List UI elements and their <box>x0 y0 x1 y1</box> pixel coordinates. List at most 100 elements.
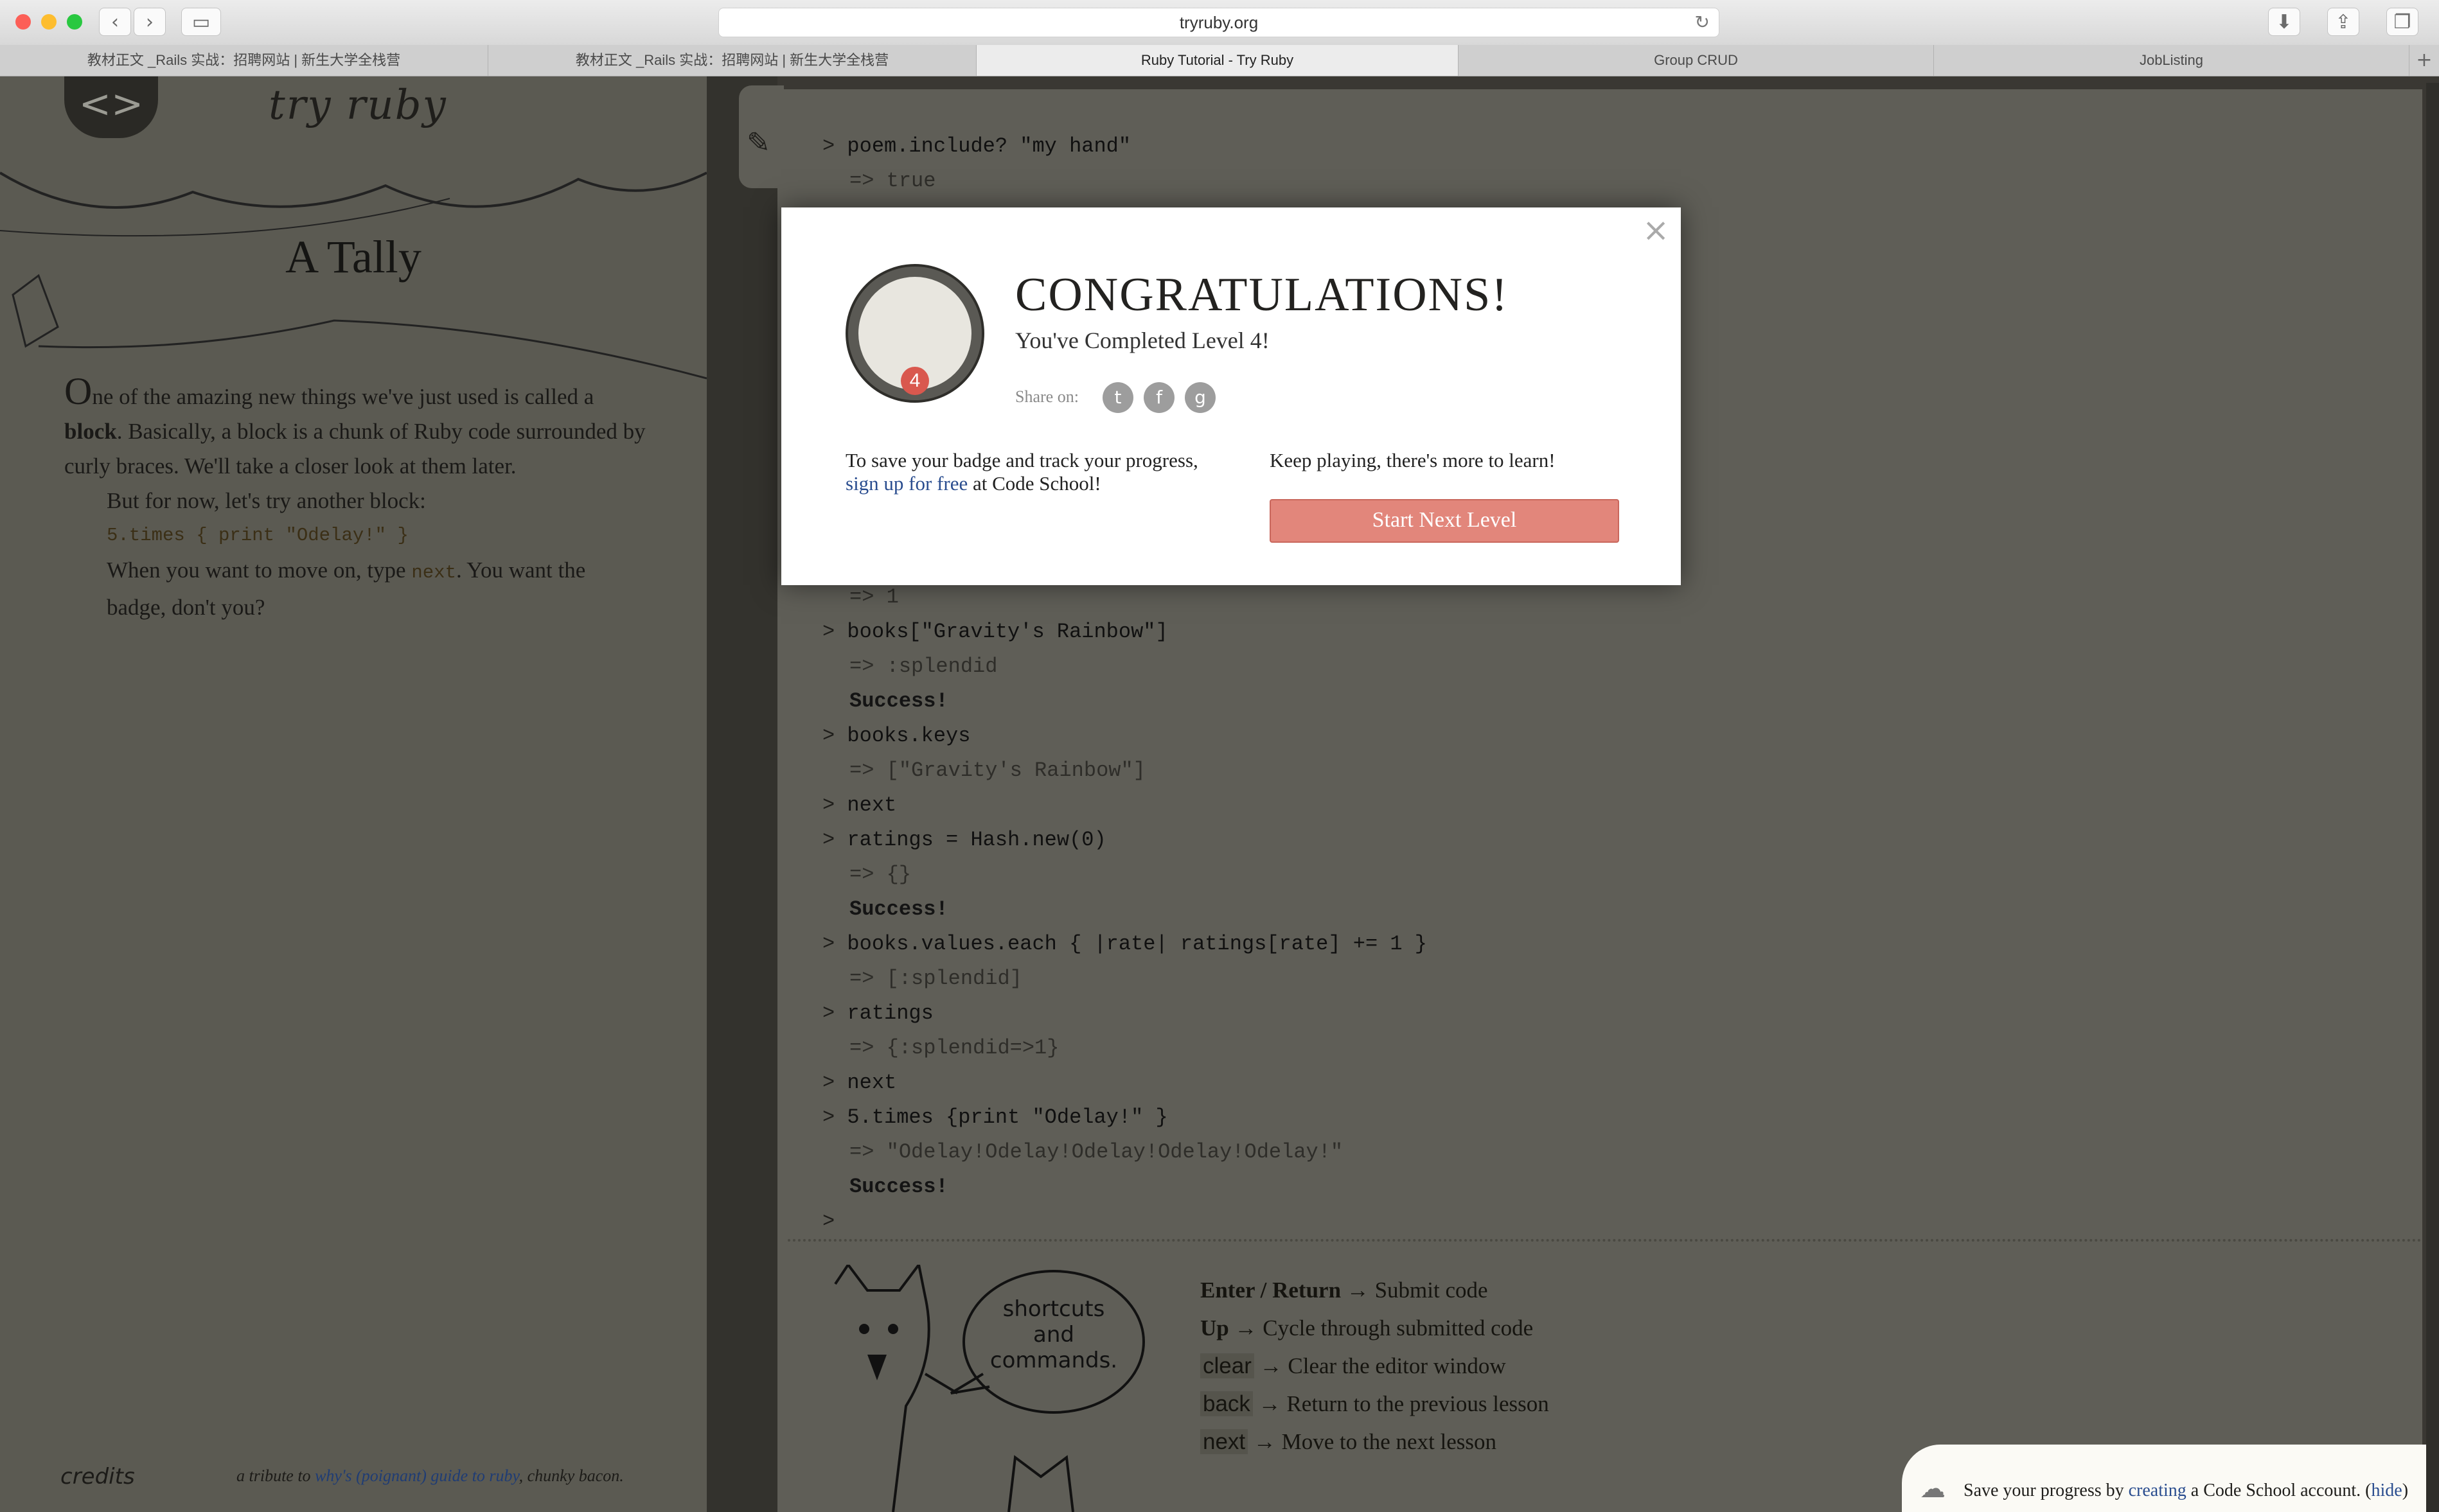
cat-cartoon-icon: shortcuts and commands. <box>834 1265 1145 1512</box>
forward-button[interactable]: › <box>134 8 166 36</box>
console-line-text: => [:splendid] <box>849 967 1022 990</box>
zoom-window-button[interactable] <box>67 14 82 30</box>
console-line: => ["Gravity's Rainbow"] <box>822 753 1427 788</box>
google-plus-icon[interactable]: g <box>1185 382 1216 413</box>
console-line-text: => true <box>849 169 936 193</box>
cloud-upload-icon: ☁ <box>1920 1474 1946 1504</box>
download-icon: ⬇ <box>2276 11 2293 33</box>
console-line-text: 5.times {print "Odelay!" } <box>847 1105 1168 1129</box>
start-next-level-button[interactable]: Start Next Level <box>1270 499 1619 543</box>
prompt-symbol: > <box>822 620 835 644</box>
lesson-text: ne of the amazing new things we've just … <box>92 384 594 409</box>
prompt-symbol: > <box>822 1071 835 1094</box>
console-line-text: next <box>847 793 897 817</box>
sidebar-toggle-button[interactable]: ▭ <box>181 8 221 36</box>
chevron-left-icon: ‹ <box>111 11 119 33</box>
sign-up-link[interactable]: sign up for free <box>846 472 968 495</box>
reload-icon[interactable]: ↻ <box>1695 8 1710 37</box>
keep-playing-text: Keep playing, there's more to learn! <box>1270 449 1556 471</box>
chevron-right-icon: › <box>146 11 154 33</box>
new-tab-button[interactable]: + <box>2409 45 2439 76</box>
scrollbar[interactable] <box>2426 83 2439 1512</box>
lesson-text: When you want to move on, type <box>107 558 412 583</box>
prompt-symbol: > <box>822 828 835 852</box>
console-line-text: => {:splendid=>1} <box>849 1036 1060 1060</box>
prompt-symbol: > <box>822 1001 835 1025</box>
prompt-symbol: > <box>822 134 835 158</box>
url-text: tryruby.org <box>1179 13 1259 32</box>
share-button[interactable]: ⇪ <box>2327 8 2359 36</box>
level-complete-modal: × 4 CONGRATULATIONS! You've Completed Le… <box>781 207 1681 585</box>
console-line-text: books.values.each { |rate| ratings[rate]… <box>847 932 1427 956</box>
save-progress-text: Save your progress by creating a Code Sc… <box>1964 1481 2408 1501</box>
bubble-line-1: shortcuts <box>1003 1296 1105 1322</box>
save-badge-prefix: To save your badge and track your progre… <box>846 449 1198 471</box>
console-line: Success! <box>822 892 1427 927</box>
console-line: > next <box>822 788 1427 823</box>
tabs-icon: ❐ <box>2393 11 2411 33</box>
tab-overview-button[interactable]: ❐ <box>2386 8 2418 36</box>
lesson-paragraph: When you want to move on, type next. You… <box>64 553 649 625</box>
drop-cap: O <box>64 370 93 412</box>
console-line-text: books.keys <box>847 724 971 748</box>
browser-tab[interactable]: Group CRUD <box>1459 45 1934 76</box>
shortcut-row: clear → Clear the editor window <box>1200 1347 1549 1385</box>
close-window-button[interactable] <box>15 14 31 30</box>
shortcut-row: Enter / Return → Submit code <box>1200 1271 1549 1309</box>
shortcut-description: → Submit code <box>1346 1278 1488 1303</box>
shortcuts-list: Enter / Return → Submit code Up → Cycle t… <box>1200 1271 1549 1461</box>
console-line: Success! <box>822 684 1427 719</box>
lesson-text: . Basically, a block is a chunk of Ruby … <box>64 419 646 479</box>
twitter-icon[interactable]: t <box>1103 382 1133 413</box>
browser-titlebar: ‹ › ▭ tryruby.org ↻ ⬇ ⇪ ❐ <box>0 0 2439 46</box>
console-line-text: ratings = Hash.new(0) <box>847 828 1106 852</box>
console-line-text: => {} <box>849 863 912 886</box>
console-line: => {} <box>822 857 1427 892</box>
downloads-button[interactable]: ⬇ <box>2268 8 2300 36</box>
console-line-text: Success! <box>849 689 948 713</box>
console-line: => :splendid <box>822 649 1427 684</box>
console-line-text: => :splendid <box>849 655 998 678</box>
share-icon: ⇪ <box>2335 11 2352 33</box>
console-line: > books.keys <box>822 719 1427 753</box>
tribute-suffix: , chunky bacon. <box>519 1466 624 1485</box>
console-divider <box>788 1239 2422 1242</box>
lesson-body: One of the amazing new things we've just… <box>64 372 649 625</box>
code-icon[interactable]: <> <box>64 76 158 138</box>
bubble-line-2: and <box>1033 1322 1074 1348</box>
browser-tab-active[interactable]: Ruby Tutorial - Try Ruby <box>977 45 1459 76</box>
save-prefix: Save your progress by <box>1964 1481 2129 1500</box>
modal-subtitle: You've Completed Level 4! <box>1015 328 1270 353</box>
facebook-icon[interactable]: f <box>1144 382 1175 413</box>
bubble-line-3: commands. <box>990 1348 1117 1373</box>
site-logo[interactable]: try ruby <box>269 82 447 129</box>
shortcut-row: next → Move to the next lesson <box>1200 1423 1549 1461</box>
prompt-symbol: > <box>822 932 835 956</box>
hide-link[interactable]: hide <box>2372 1481 2402 1500</box>
shortcut-description: → Clear the editor window <box>1259 1353 1506 1378</box>
console-line: => 1 <box>822 580 1427 615</box>
creating-account-link[interactable]: creating <box>2129 1481 2186 1500</box>
console-line: > books["Gravity's Rainbow"] <box>822 615 1427 649</box>
back-button[interactable]: ‹ <box>99 8 131 36</box>
edit-icon[interactable]: ✎ <box>747 127 770 159</box>
poignant-guide-link[interactable]: why's (poignant) guide to ruby <box>315 1466 519 1485</box>
lesson-code-example: 5.times { print "Odelay!" } <box>107 525 409 546</box>
badge-level-number: 4 <box>901 367 929 395</box>
browser-tab[interactable]: 教材正文 _Rails 实战：招聘网站 | 新生大学全栈营 <box>488 45 977 76</box>
credits-link[interactable]: credits <box>60 1464 135 1490</box>
console-line: > ratings <box>822 996 1427 1031</box>
lesson-paragraph: One of the amazing new things we've just… <box>64 372 649 484</box>
address-bar[interactable]: tryruby.org ↻ <box>718 8 1719 37</box>
minimize-window-button[interactable] <box>41 14 57 30</box>
lesson-panel: <> try ruby A Tally One of the amazing n… <box>0 76 707 1512</box>
prompt-symbol: > <box>822 1105 835 1129</box>
close-icon[interactable]: × <box>1642 211 1669 249</box>
browser-tab[interactable]: JobListing <box>1934 45 2409 76</box>
console-line: > 5.times {print "Odelay!" } <box>822 1100 1427 1135</box>
shortcut-description: → Return to the previous lesson <box>1258 1391 1549 1416</box>
save-suffix: ) <box>2402 1481 2409 1500</box>
browser-tab[interactable]: 教材正文 _Rails 实战：招聘网站 | 新生大学全栈营 <box>0 45 488 76</box>
lesson-paragraph: But for now, let's try another block: <box>107 488 426 513</box>
console-line-text: => "Odelay!Odelay!Odelay!Odelay!Odelay!" <box>849 1140 1344 1164</box>
